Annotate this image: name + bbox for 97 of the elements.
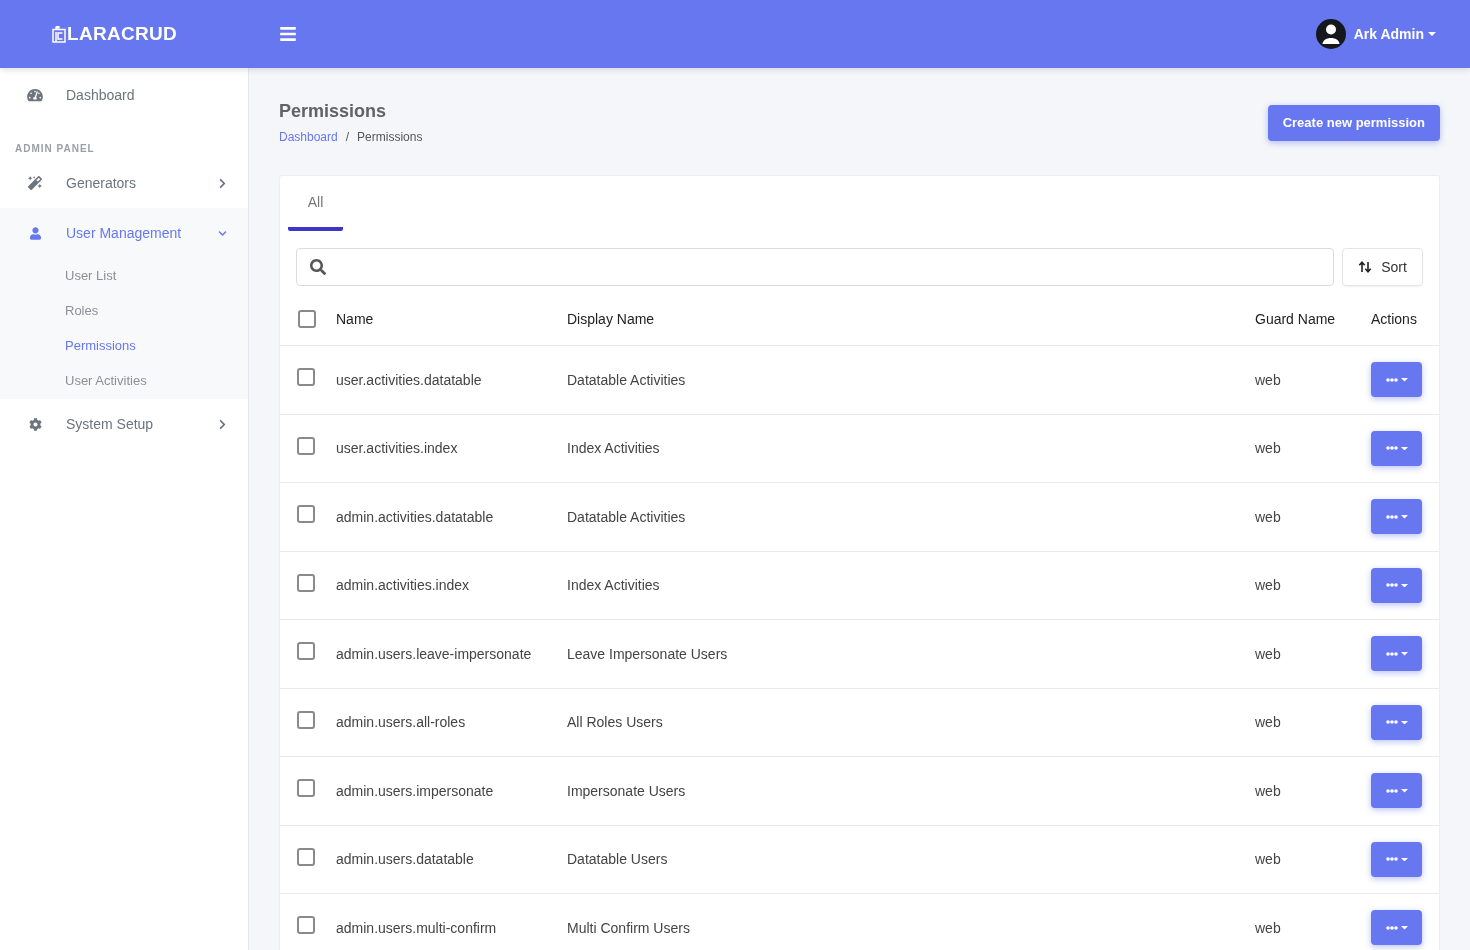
table-cell: web <box>1255 508 1281 525</box>
caret-icon <box>1400 720 1408 724</box>
page-title: Permissions <box>279 100 388 123</box>
checkbox[interactable] <box>297 436 315 455</box>
checkbox[interactable] <box>297 710 315 729</box>
building-logo-icon <box>52 25 66 43</box>
table-cell: admin.activities.datatable <box>336 508 494 525</box>
dots-icon <box>1385 925 1398 930</box>
caret-icon <box>1400 926 1408 930</box>
create-button[interactable]: Create new permission <box>1267 105 1440 141</box>
caret-icon <box>1400 789 1408 793</box>
table-cell: admin.users.multi-confirm <box>336 919 497 936</box>
sidebar-item[interactable]: System Setup <box>0 399 248 449</box>
user-menu-button[interactable]: Ark Admin <box>1315 19 1436 49</box>
caret-icon <box>1400 446 1408 450</box>
caret-icon <box>1400 652 1408 656</box>
table-cell: web <box>1255 577 1281 594</box>
search-field[interactable] <box>296 248 1334 286</box>
table-cell: web <box>1255 919 1281 936</box>
actions-button[interactable] <box>1371 841 1422 877</box>
menu-icon[interactable] <box>279 25 297 43</box>
checkbox[interactable] <box>297 916 315 935</box>
actions-button[interactable] <box>1371 636 1422 672</box>
table-cell: Impersonate Users <box>567 782 686 799</box>
checkbox[interactable] <box>297 847 315 866</box>
dots-icon <box>1385 583 1398 588</box>
dots-icon <box>1385 720 1398 725</box>
table-cell: admin.users.datatable <box>336 851 474 868</box>
caret-icon <box>1428 32 1436 36</box>
checkbox[interactable] <box>298 309 316 328</box>
caret-icon <box>1400 857 1408 861</box>
actions-button[interactable] <box>1371 910 1422 946</box>
checkbox[interactable] <box>297 505 315 524</box>
caret-icon <box>1400 378 1408 382</box>
table-cell: Datatable Users <box>567 851 668 868</box>
sidebar-item[interactable]: User Management <box>0 208 248 258</box>
column-header: Display Name <box>567 310 655 327</box>
table-cell: web <box>1255 851 1281 868</box>
table-cell: web <box>1255 714 1281 731</box>
actions-button[interactable] <box>1371 704 1422 740</box>
breadcrumb-current: Permissions <box>357 129 423 145</box>
table-cell: admin.users.leave-impersonate <box>336 645 532 662</box>
logo-text: LARACRUD <box>67 21 178 46</box>
table-cell: user.activities.index <box>336 440 458 457</box>
table-cell: Index Activities <box>567 577 660 594</box>
table-cell: web <box>1255 440 1281 457</box>
checkbox[interactable] <box>297 573 315 592</box>
table-cell: All Roles Users <box>567 714 663 731</box>
actions-button[interactable] <box>1371 362 1422 398</box>
actions-button[interactable] <box>1371 430 1422 466</box>
submenu-item[interactable]: Roles <box>0 293 248 328</box>
dots-icon <box>1385 651 1398 656</box>
dots-icon <box>1385 446 1398 451</box>
table-cell: web <box>1255 782 1281 799</box>
breadcrumb-separator: / <box>345 129 350 145</box>
table-cell: admin.users.all-roles <box>336 714 466 731</box>
dots-icon <box>1385 377 1398 382</box>
column-header: Name <box>336 310 374 327</box>
search-icon <box>310 259 326 275</box>
sidebar-heading: ADMIN PANEL <box>15 143 95 154</box>
caret-icon <box>1400 515 1408 519</box>
sidebar-item[interactable]: Generators <box>0 158 248 208</box>
table-cell: web <box>1255 645 1281 662</box>
dots-icon <box>1385 514 1398 519</box>
table-cell: user.activities.datatable <box>336 371 482 388</box>
actions-button[interactable] <box>1371 773 1422 809</box>
breadcrumb-link[interactable]: Dashboard <box>279 129 338 145</box>
dots-icon <box>1385 788 1398 793</box>
table-cell: Datatable Activities <box>567 371 686 388</box>
dots-icon <box>1385 857 1398 862</box>
magic-wand-icon <box>28 176 42 190</box>
column-header: Actions <box>1371 310 1417 327</box>
gauge-icon <box>27 88 43 102</box>
checkbox[interactable] <box>297 368 315 387</box>
checkbox[interactable] <box>297 642 315 661</box>
table-cell: Leave Impersonate Users <box>567 645 728 662</box>
actions-button[interactable] <box>1371 567 1422 603</box>
submenu-item[interactable]: User Activities <box>0 363 248 398</box>
table-cell: Datatable Activities <box>567 508 686 525</box>
sidebar-item[interactable]: Dashboard <box>0 70 248 120</box>
table-cell: admin.activities.index <box>336 577 470 594</box>
sort-button[interactable]: Sort <box>1342 248 1423 286</box>
settings-icon <box>28 417 42 431</box>
table-cell: Index Activities <box>567 440 660 457</box>
submenu-item[interactable]: Permissions <box>0 328 248 363</box>
checkbox[interactable] <box>297 779 315 798</box>
caret-icon <box>1400 583 1408 587</box>
user-icon <box>29 226 41 240</box>
actions-button[interactable] <box>1371 499 1422 535</box>
table-cell: Multi Confirm Users <box>567 919 690 936</box>
avatar-icon <box>1315 19 1346 49</box>
table-cell: admin.users.impersonate <box>336 782 494 799</box>
submenu-item[interactable]: User List <box>0 258 248 293</box>
tab[interactable]: All <box>288 176 343 231</box>
table-cell: web <box>1255 371 1281 388</box>
column-header: Guard Name <box>1255 310 1336 327</box>
sort-arrows-icon <box>1358 261 1373 273</box>
